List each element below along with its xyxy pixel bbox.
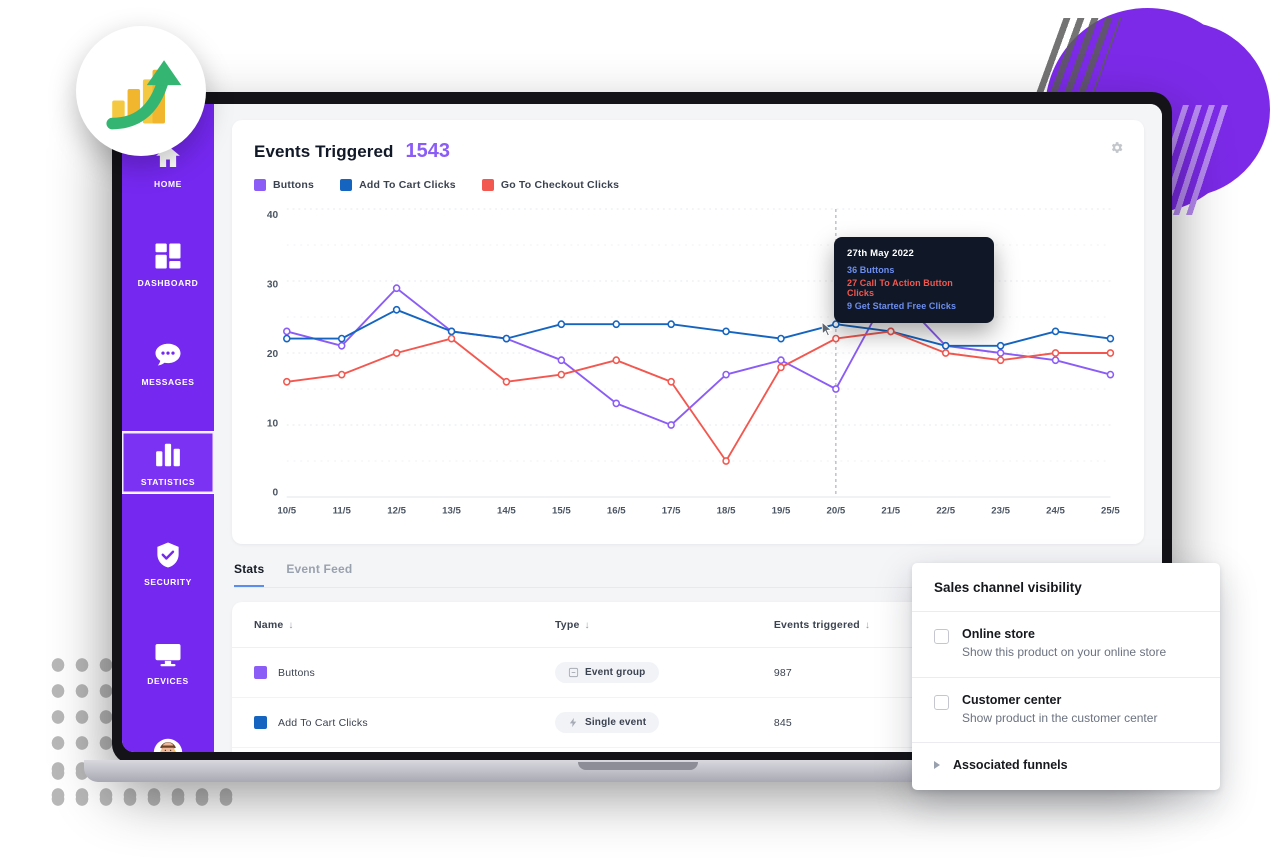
option-online-store[interactable]: Online store Show this product on your o…: [912, 612, 1220, 678]
panel-header: Sales channel visibility: [912, 563, 1220, 612]
cell-name: Add To Cart Clicks: [232, 697, 533, 748]
type-label: Single event: [584, 717, 647, 728]
cell-type: Event group: [532, 647, 752, 698]
tab-event-feed[interactable]: Event Feed: [286, 562, 352, 587]
option-customer-center[interactable]: Customer center Show product in the cust…: [912, 678, 1220, 744]
checkbox-customer-center[interactable]: [934, 694, 949, 710]
legend-label: Go To Checkout Clicks: [500, 179, 620, 191]
sidebar-item-dashboard[interactable]: DASHBOARD: [122, 233, 214, 294]
type-badge: Event group: [554, 662, 659, 683]
legend-swatch: [340, 179, 353, 191]
group-icon: [568, 667, 579, 678]
arrow-down-icon: ↓: [288, 620, 294, 631]
bar-chart-growth-logo-icon: [93, 41, 189, 142]
legend-item-go-to-checkout[interactable]: Go To Checkout Clicks: [481, 179, 620, 191]
chart-plot-area[interactable]: 0 10 20 30 40 10/5 11/5 12/5 13/5 14/5 15/5 16/5 17/…: [254, 201, 1122, 531]
sidebar-item-devices[interactable]: DEVICES: [122, 631, 214, 692]
bar-chart-icon: [153, 440, 183, 470]
sidebar-item-statistics[interactable]: STATISTICS: [122, 431, 214, 494]
sidebar-item-label: STATISTICS: [140, 477, 196, 487]
page-title: Events Triggered: [254, 142, 394, 161]
type-label: Event group: [584, 667, 646, 678]
option-description: Show product in the customer center: [962, 710, 1158, 725]
cell-type: Single event: [532, 697, 752, 748]
row-name-label: Buttons: [278, 666, 316, 679]
option-title: Online store: [962, 627, 1035, 641]
tab-stats[interactable]: Stats: [234, 562, 265, 587]
legend-label: Buttons: [273, 179, 315, 191]
chat-bubble-icon: [153, 340, 183, 370]
shield-check-icon: [153, 540, 183, 570]
series-swatch: [254, 666, 267, 679]
column-label: Events triggered: [773, 619, 860, 631]
tooltip-row: 27 Call To Action Button Clicks: [847, 278, 953, 298]
sidebar-item-label: DEVICES: [147, 676, 189, 686]
legend-swatch: [254, 179, 266, 191]
bolt-icon: [569, 717, 577, 728]
cell-name: Buttons: [232, 647, 533, 698]
mouse-cursor-icon: [820, 321, 834, 342]
tooltip-row: 36 Buttons: [847, 265, 895, 275]
chart-tooltip: 27th May 2022 36 Buttons 27 Call To Acti…: [834, 237, 994, 323]
legend-item-add-to-cart[interactable]: Add To Cart Clicks: [340, 179, 456, 191]
sidebar-item-label: SECURITY: [144, 577, 192, 587]
sidebar-item-messages[interactable]: MESSAGES: [122, 332, 214, 393]
cell-name: Go To Checkout Clicks: [232, 747, 533, 752]
monitor-icon: [153, 639, 183, 669]
arrow-down-icon: ↓: [864, 620, 871, 631]
sidebar-item-label: DASHBOARD: [137, 278, 199, 288]
row-name-label: Add To Cart Clicks: [278, 716, 368, 729]
column-label: Type: [554, 619, 580, 631]
associated-funnels-label: Associated funnels: [953, 758, 1068, 773]
legend-label: Add To Cart Clicks: [359, 179, 456, 191]
column-header-type[interactable]: Type ↓: [532, 602, 752, 648]
sidebar-item-security[interactable]: SECURITY: [122, 532, 214, 593]
screenshot-root: HOME DASHBOARD MESSAGES STATISTICS SECUR…: [0, 0, 1275, 862]
chart-header: Events Triggered 1543: [254, 140, 1122, 163]
sidebar-item-label: HOME: [154, 179, 182, 189]
associated-funnels-row[interactable]: Associated funnels: [912, 743, 1220, 790]
tooltip-row: 9 Get Started Free Clicks: [847, 301, 957, 311]
dashboard-grid-icon: [153, 241, 183, 271]
sidebar: HOME DASHBOARD MESSAGES STATISTICS SECUR…: [122, 104, 214, 752]
option-description: Show this product on your online store: [962, 645, 1167, 659]
chart-legend: Buttons Add To Cart Clicks Go To Checkou…: [254, 179, 1122, 191]
column-header-name[interactable]: Name ↓: [232, 602, 533, 648]
legend-item-buttons[interactable]: Buttons: [254, 179, 314, 191]
series-swatch: [254, 716, 267, 729]
type-badge: Single event: [554, 712, 660, 733]
app-logo-badge: [76, 26, 206, 156]
chart-card: Events Triggered 1543 Buttons Add To Car…: [232, 120, 1144, 544]
sales-channel-visibility-panel: Sales channel visibility Online store Sh…: [912, 563, 1220, 791]
tooltip-date: 27th May 2022: [847, 248, 915, 259]
avatar-icon: [153, 738, 183, 752]
panel-title: Sales channel visibility: [934, 580, 1082, 595]
sidebar-item-label: MESSAGES: [141, 377, 195, 387]
option-title: Customer center: [962, 692, 1062, 707]
laptop-notch: [577, 762, 698, 770]
column-label: Name: [254, 619, 284, 631]
gear-icon[interactable]: [1109, 140, 1124, 160]
arrow-down-icon: ↓: [584, 620, 590, 631]
events-count: 1543: [405, 140, 451, 162]
checkbox-online-store[interactable]: [934, 629, 949, 644]
sidebar-item-profile[interactable]: PROFILE: [122, 730, 214, 752]
cell-type: Single event: [532, 747, 752, 752]
chevron-right-icon: [934, 761, 940, 770]
legend-swatch: [481, 179, 494, 191]
